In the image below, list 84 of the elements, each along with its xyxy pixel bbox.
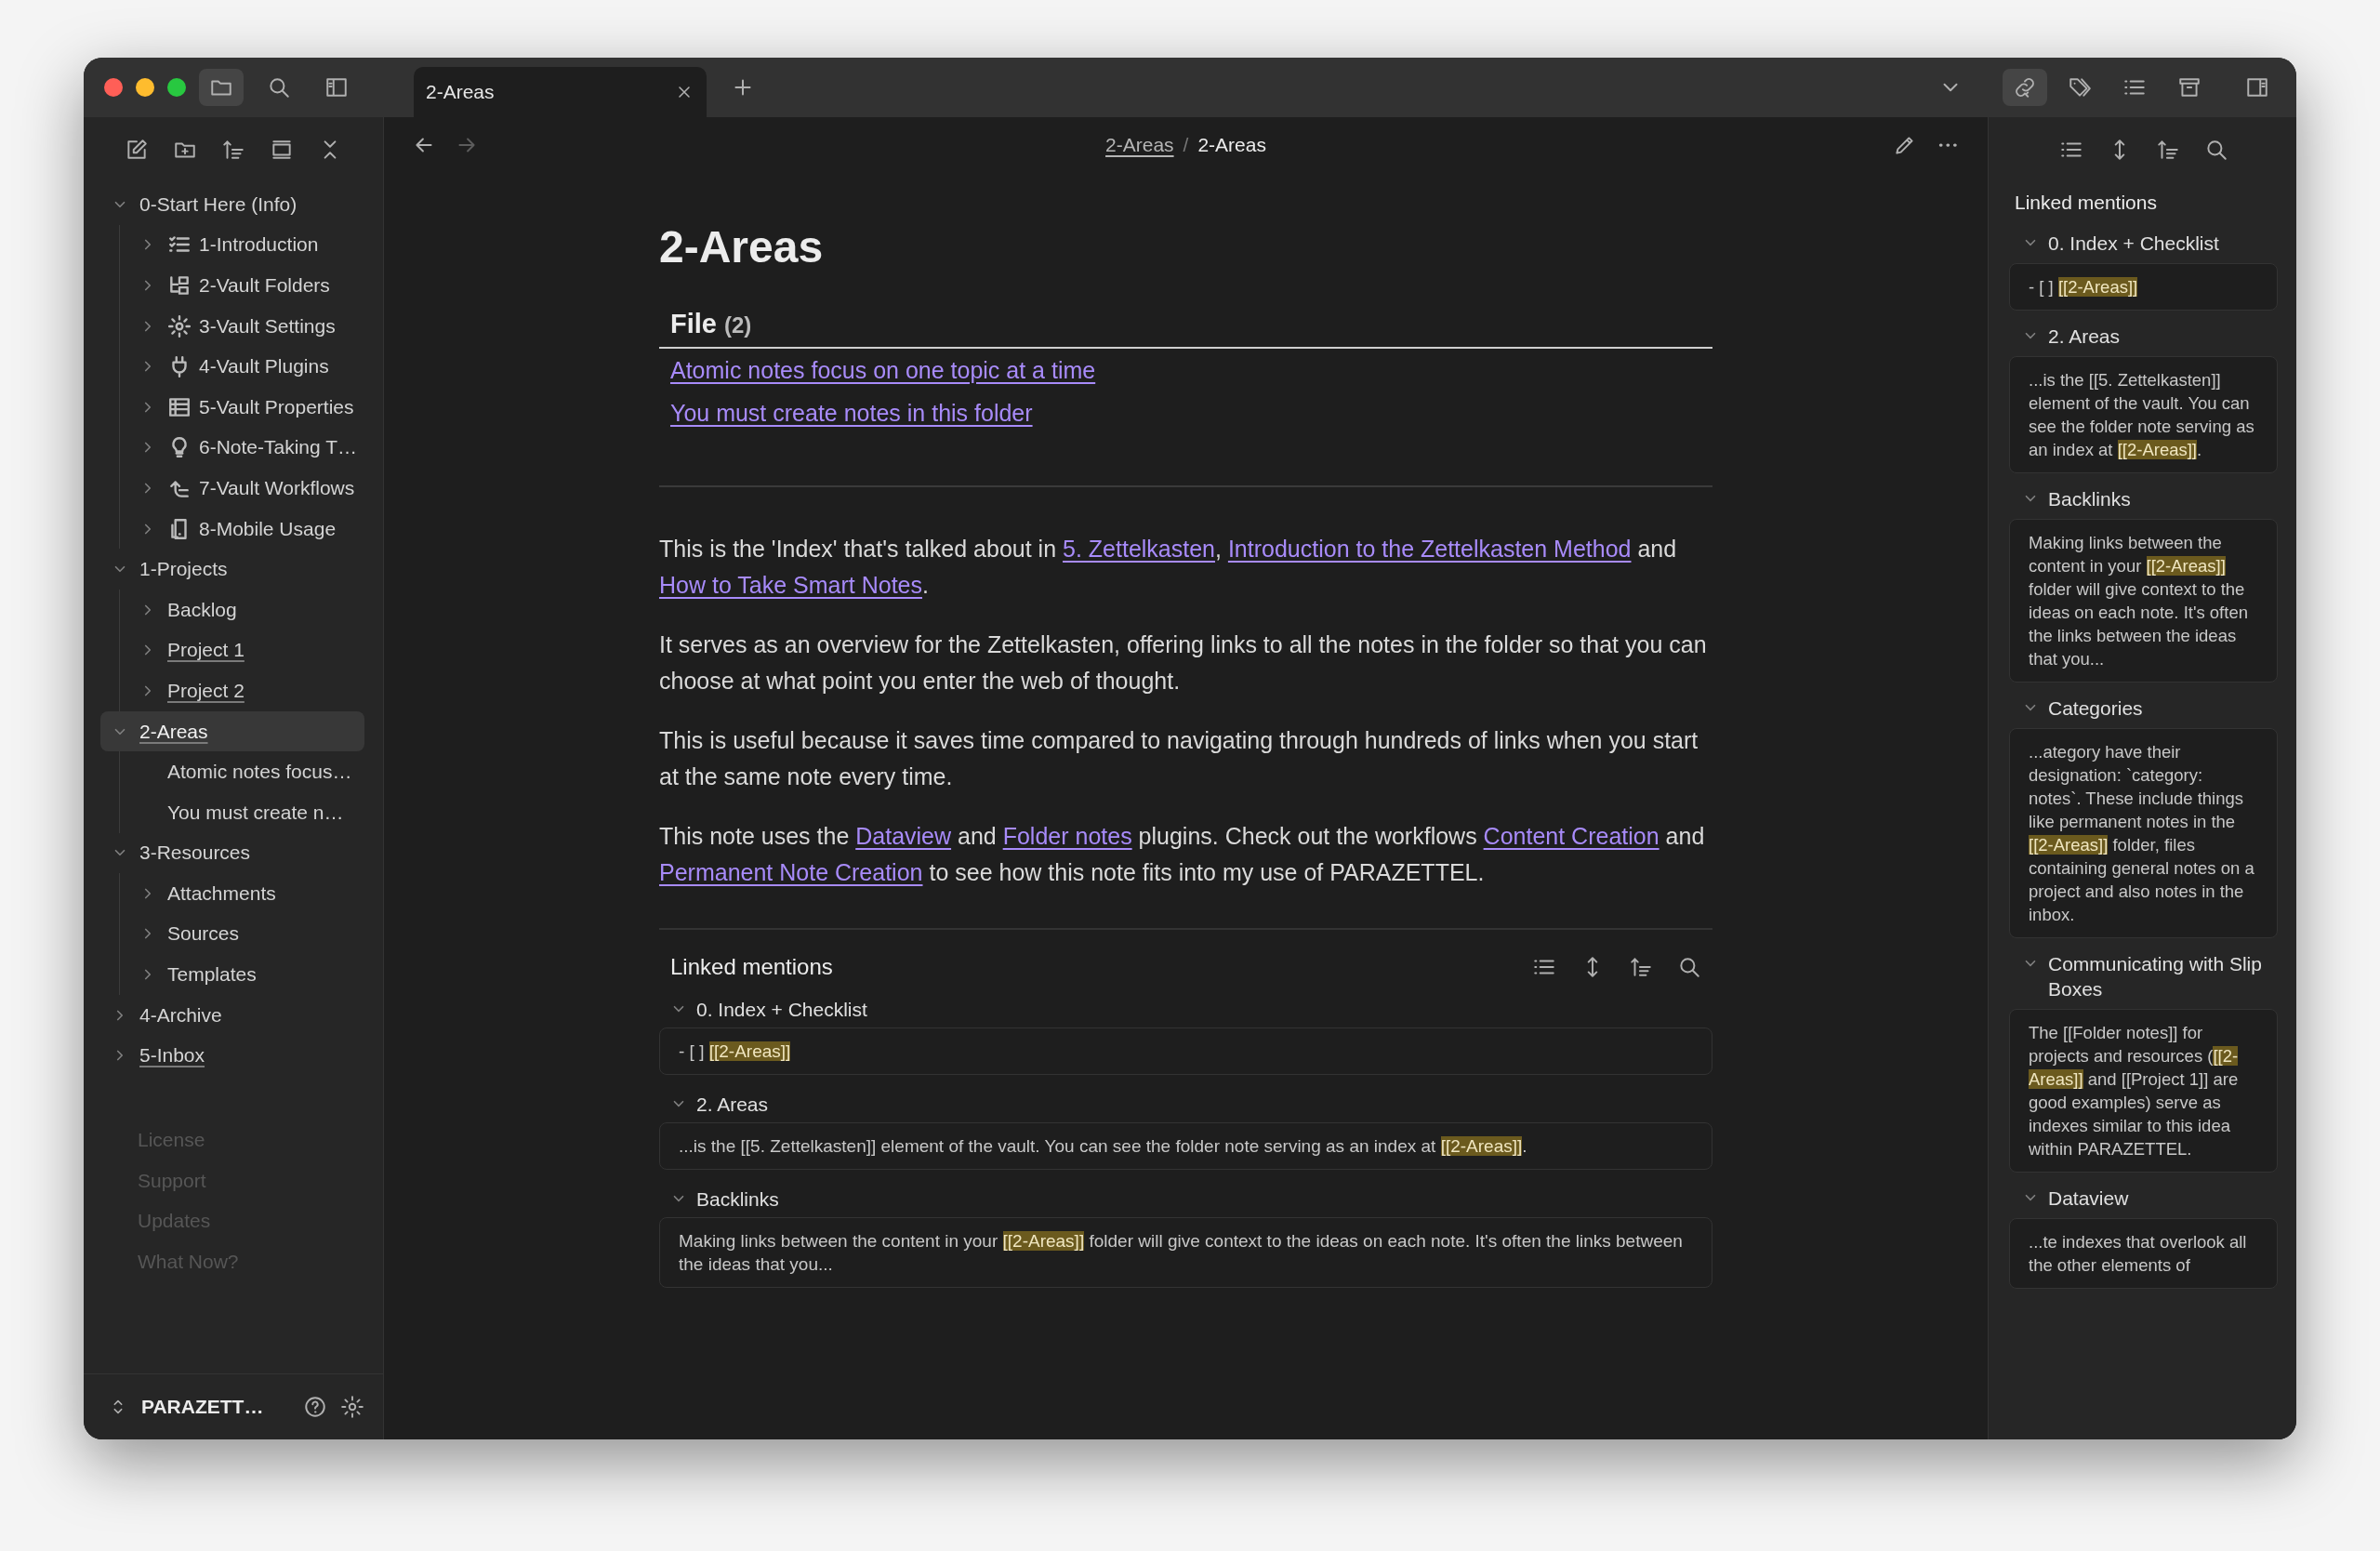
gear-icon: [167, 313, 192, 338]
mention-snippet[interactable]: ...is the [[5. Zettelkasten]] element of the vault. You can see the folder note serving as an index at [[2-Areas]].: [2009, 356, 2278, 473]
mention-title[interactable]: 0. Index + Checklist: [2048, 231, 2219, 256]
panel-title: Linked mentions: [2014, 191, 2158, 215]
paragraph: This is the 'Index' that's talked about in 5. Zettelkasten, Introduction to the Zettelkasten Method and How to Take Smart Notes.: [659, 535, 1678, 600]
settings-icon[interactable]: [340, 1395, 364, 1419]
link[interactable]: Folder notes: [1002, 823, 1132, 849]
archive-icon[interactable]: [2177, 75, 2202, 99]
sidebar-toggle-icon[interactable]: [324, 75, 349, 99]
mention-snippet[interactable]: ...ategory have their designation: `category: notes`. These include things like permanent notes in the [[2-Areas]] folder, files containing general notes on a project and also notes in the inbox.: [2009, 728, 2278, 938]
layout-icon[interactable]: [270, 138, 294, 162]
sort-icon[interactable]: [221, 138, 245, 162]
mention-title[interactable]: 2. Areas: [2048, 324, 2121, 349]
vault-name[interactable]: PARAZETT…: [141, 1396, 290, 1418]
file-item[interactable]: Atomic notes focus…: [100, 751, 364, 792]
link[interactable]: Introduction to the Zettelkasten Method: [1227, 536, 1632, 562]
mention-title[interactable]: 0. Index + Checklist: [696, 997, 867, 1022]
folder-item[interactable]: Project 1: [100, 630, 364, 671]
mention-title[interactable]: Communicating with Slip Boxes: [2048, 951, 2278, 1001]
minimize-window-button[interactable]: [136, 78, 154, 97]
link-icon[interactable]: [2013, 75, 2037, 99]
breadcrumb-current: 2-Areas: [1197, 134, 1266, 156]
breadcrumb-link[interactable]: 2-Areas: [1105, 134, 1174, 156]
sidebar-toggle-icon[interactable]: [2245, 75, 2269, 99]
mention-snippet[interactable]: - [ ] [[2-Areas]]: [2009, 263, 2278, 311]
mention-title[interactable]: 2. Areas: [696, 1092, 769, 1117]
folder-item[interactable]: 3-Resources: [100, 832, 364, 874]
mention-snippet[interactable]: Making links between the content in your [[2-Areas]] folder will give context to the ideas on each note. It's often the links between the ideas that you...: [659, 1217, 1712, 1288]
mention-snippet[interactable]: Making links between the content in your [[2-Areas]] folder will give context to the ideas on each note. It's often the links between the ideas that you...: [2009, 519, 2278, 683]
link[interactable]: Content Creation: [1483, 823, 1659, 849]
folder-item[interactable]: 5-Vault Properties: [100, 386, 364, 428]
file-link[interactable]: You must create notes in this folder: [670, 399, 1033, 427]
link[interactable]: Permanent Note Creation: [659, 859, 923, 885]
close-window-button[interactable]: [104, 78, 123, 97]
folder-item[interactable]: Attachments: [100, 873, 364, 914]
folder-item[interactable]: 6-Note-Taking T…: [100, 427, 364, 469]
column-heading: File: [670, 309, 717, 339]
file-count: (2): [723, 312, 752, 338]
folder-item[interactable]: 4-Archive: [100, 994, 364, 1036]
files-button[interactable]: [199, 69, 244, 106]
mention-snippet[interactable]: ...is the [[5. Zettelkasten]] element of the vault. You can see the folder note serving as an index at [[2-Areas]].: [659, 1122, 1712, 1170]
section-title: Linked mentions: [670, 954, 833, 980]
mention-title[interactable]: Backlinks: [696, 1186, 779, 1212]
folder-item[interactable]: Backlog: [100, 589, 364, 630]
backlinks-button[interactable]: [2003, 69, 2047, 106]
paragraph: It serves as an overview for the Zettelkasten, offering links to all the notes in the folder so that you can choose at what point you enter the web of thought.: [659, 630, 1708, 696]
new-note-icon[interactable]: [125, 138, 149, 162]
folder-tree-icon: [167, 273, 192, 298]
tag-icon[interactable]: [2068, 75, 2092, 99]
link[interactable]: How to Take Smart Notes: [659, 572, 922, 598]
folder-item[interactable]: 1-Introduction: [100, 224, 364, 266]
link[interactable]: 5. Zettelkasten: [1063, 536, 1215, 562]
breadcrumb-separator: /: [1183, 134, 1189, 156]
folder-item[interactable]: Sources: [100, 913, 364, 955]
sort-icon[interactable]: [1629, 955, 1653, 979]
file-item[interactable]: You must create n…: [100, 791, 364, 833]
folder-item[interactable]: 4-Vault Plugins: [100, 346, 364, 387]
file-link[interactable]: Atomic notes focus on one topic at a time: [670, 356, 1096, 384]
mention-snippet[interactable]: - [ ] [[2-Areas]]: [659, 1027, 1712, 1075]
mention-title[interactable]: Categories: [2048, 696, 2143, 721]
sort-icon[interactable]: [2155, 138, 2180, 162]
note-title: 2-Areas: [659, 221, 825, 273]
folder-item[interactable]: Project 2: [100, 670, 364, 711]
folder-item[interactable]: 3-Vault Settings: [100, 305, 364, 347]
folder-item[interactable]: 7-Vault Workflows: [100, 468, 364, 509]
mention-snippet[interactable]: ...te indexes that overlook all the other elements of: [2009, 1218, 2278, 1289]
mention-snippet[interactable]: The [[Folder notes]] for projects and resources ([[2-Areas]] and [[Project 1]] are good examples) serve as indexes similar to this idea within PARAZETTEL.: [2009, 1009, 2278, 1173]
zoom-window-button[interactable]: [167, 78, 186, 97]
folder-item[interactable]: 2-Areas: [100, 710, 364, 752]
search-icon[interactable]: [1677, 955, 1701, 979]
tab[interactable]: 2-Areas: [414, 67, 707, 117]
search-icon[interactable]: [267, 75, 291, 99]
folder-item[interactable]: 0-Start Here (Info): [100, 184, 364, 225]
paragraph: This is useful because it saves time compared to navigating through hundreds of links when you start at the same note every time.: [659, 726, 1699, 791]
folder-item[interactable]: 1-Projects: [100, 549, 364, 590]
mention-title[interactable]: Backlinks: [2048, 486, 2131, 511]
folder-item[interactable]: Templates: [100, 954, 364, 995]
help-icon[interactable]: [303, 1395, 327, 1419]
folder-item[interactable]: 2-Vault Folders: [100, 265, 364, 306]
link[interactable]: Dataview: [855, 823, 952, 849]
folder-item[interactable]: 5-Inbox: [100, 1035, 364, 1077]
folder-item[interactable]: 8-Mobile Usage: [100, 508, 364, 550]
mention-title[interactable]: Dataview: [2048, 1186, 2129, 1211]
paragraph: This note uses the Dataview and Folder notes plugins. Check out the workflows Content Creation and Permanent Note Creation to see how this note fits into my use of PARAZETTEL.: [659, 822, 1706, 887]
